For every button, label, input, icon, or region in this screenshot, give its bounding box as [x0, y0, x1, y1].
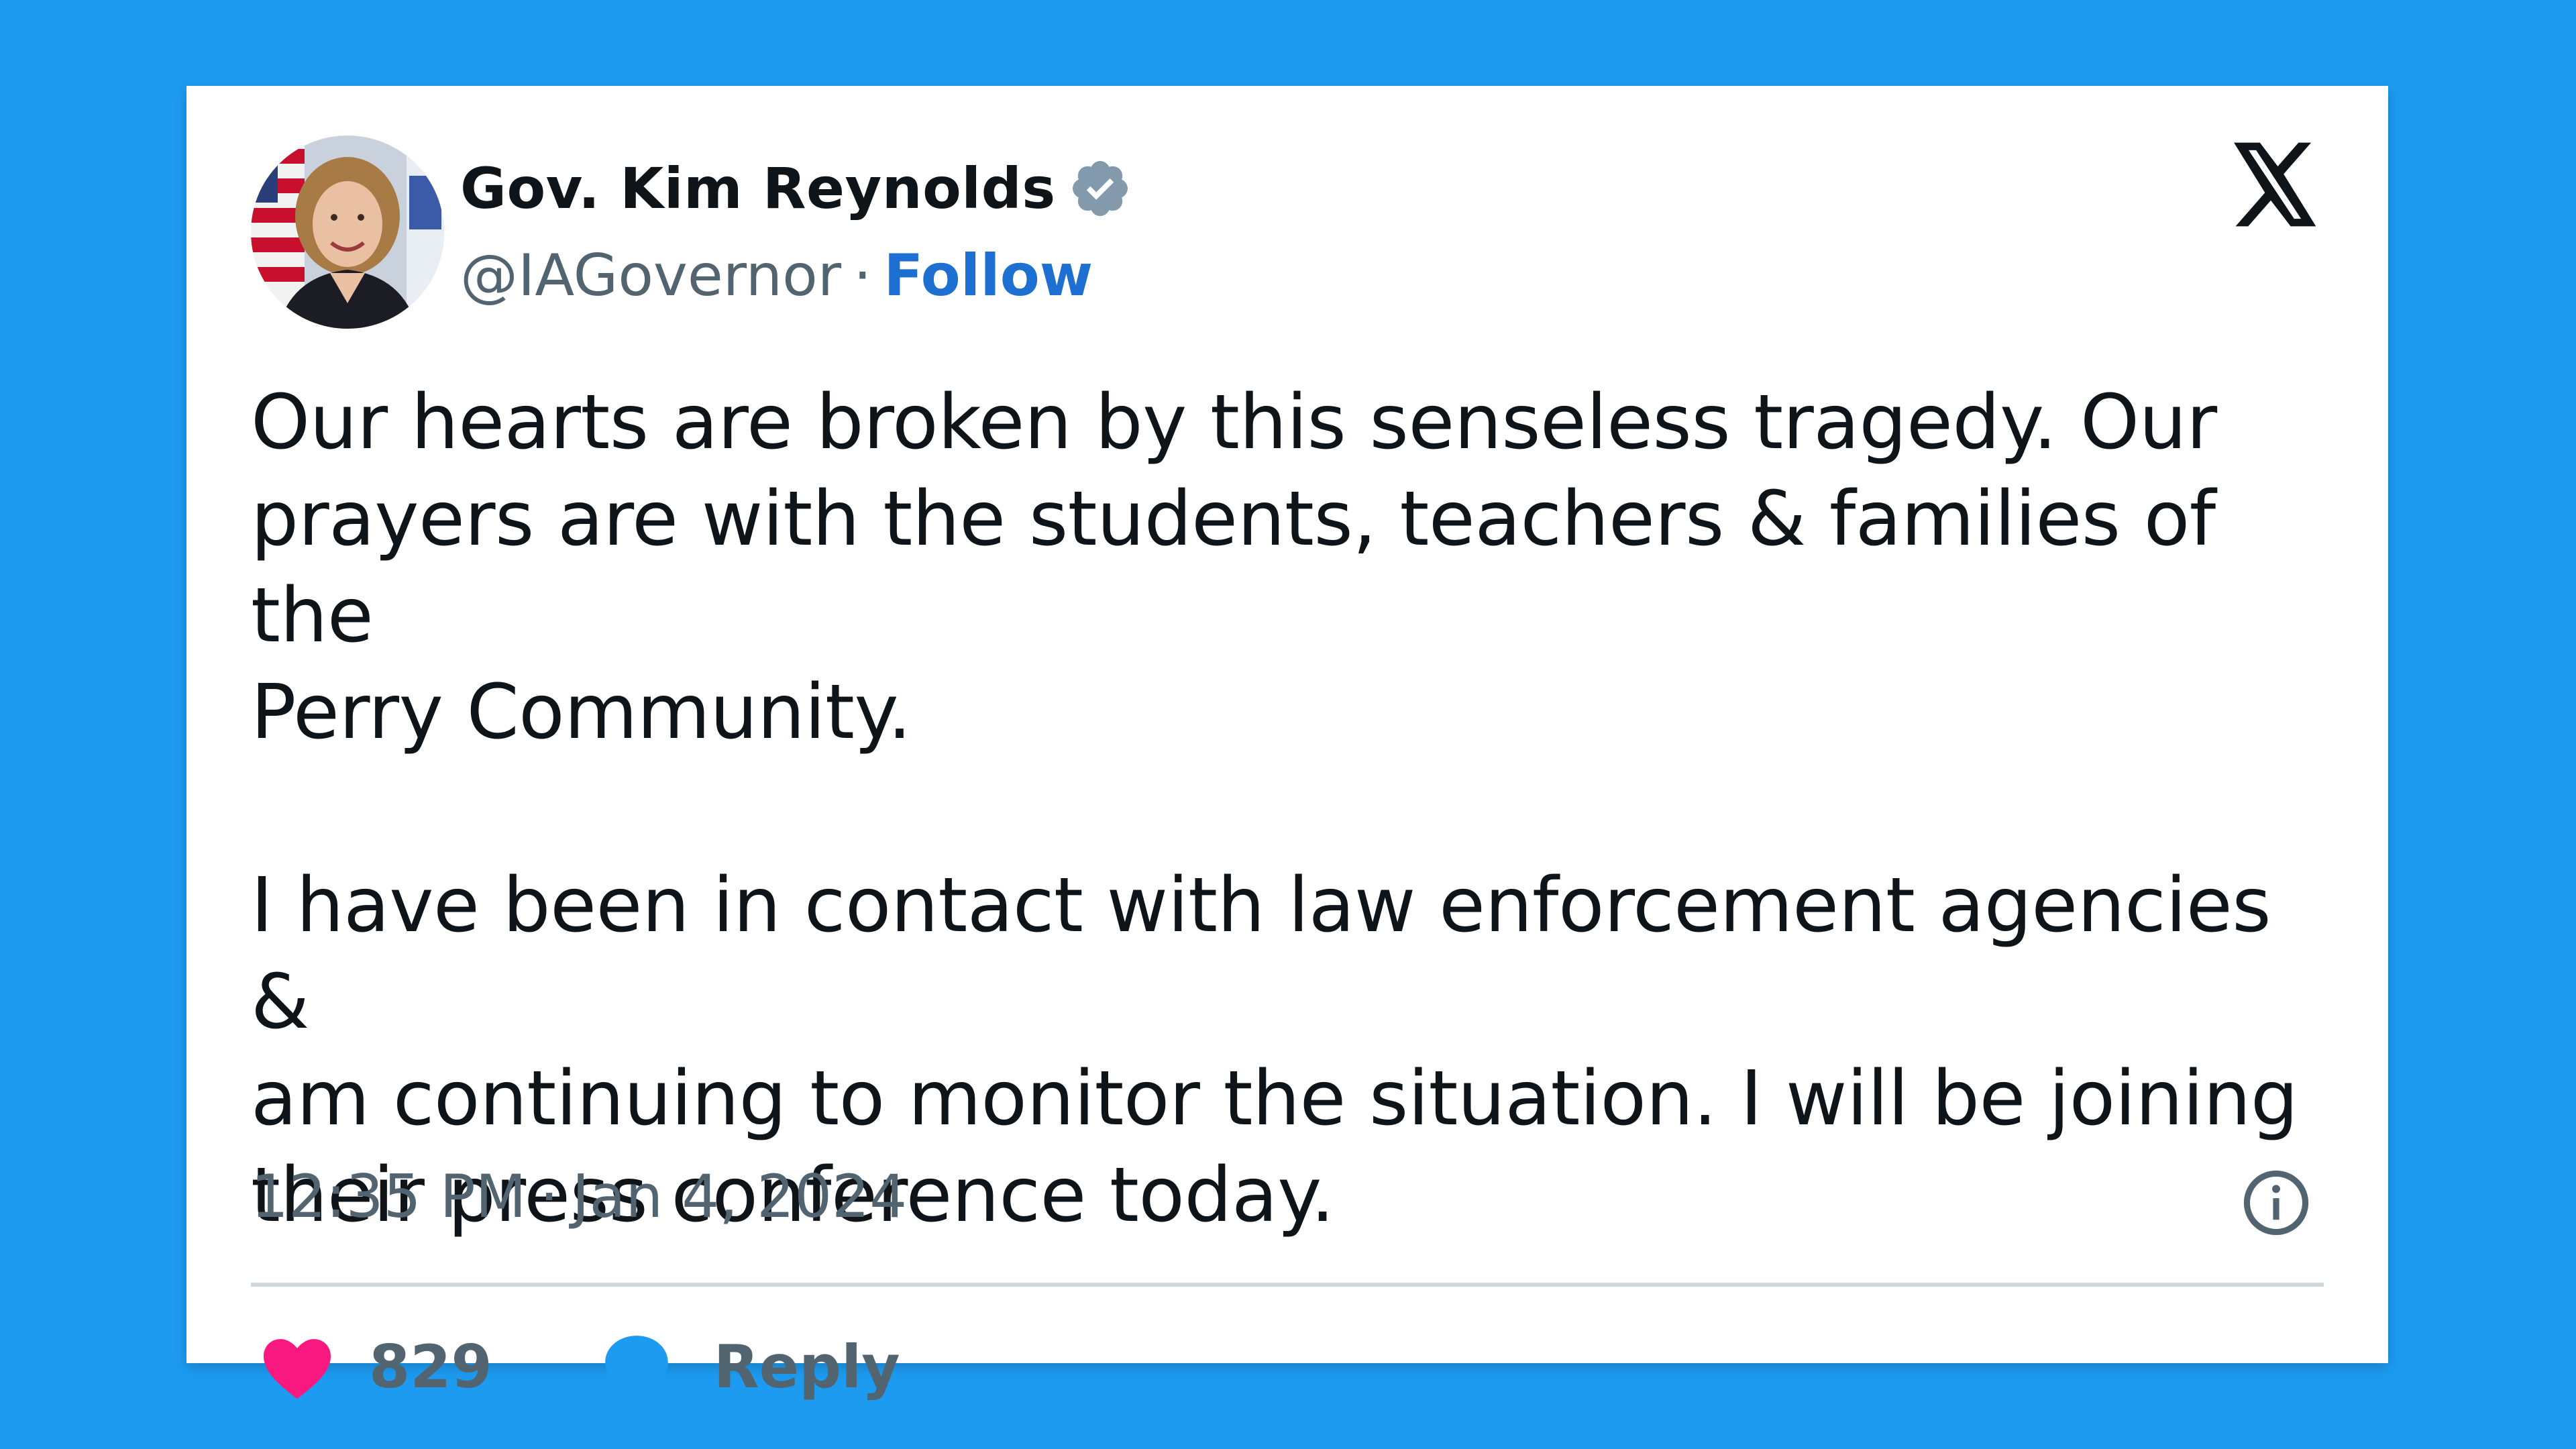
timestamp-separator: ·: [539, 1161, 559, 1231]
like-button[interactable]: 829: [260, 1332, 492, 1401]
tweet-date: Jan 4, 2024: [572, 1161, 908, 1231]
author-handle[interactable]: @IAGovernor: [460, 242, 841, 309]
tweet-time: 12:35 PM: [251, 1161, 527, 1231]
handle-separator: ·: [853, 242, 872, 309]
author-handle-row: @IAGovernor · Follow: [460, 239, 1093, 313]
follow-button[interactable]: Follow: [883, 242, 1093, 309]
tweet-paragraph: Our hearts are broken by this senseless …: [251, 379, 2217, 756]
author-display-name[interactable]: Gov. Kim Reynolds: [460, 156, 1056, 221]
divider: [251, 1283, 2324, 1287]
like-count: 829: [369, 1332, 492, 1401]
info-icon[interactable]: [2239, 1166, 2313, 1240]
author-name-row: Gov. Kim Reynolds: [460, 152, 1132, 225]
tweet-actions: 829 Reply: [260, 1323, 900, 1410]
reply-bubble-icon: [604, 1336, 668, 1397]
verified-badge-icon: [1068, 156, 1132, 221]
tweet-card: Gov. Kim Reynolds @IAGovernor · Follow O…: [186, 86, 2388, 1401]
x-logo-icon[interactable]: [2229, 142, 2320, 227]
tweet-text: Our hearts are broken by this senseless …: [251, 374, 2344, 1244]
reply-button[interactable]: Reply: [600, 1330, 900, 1403]
tweet-timestamp[interactable]: 12:35 PM · Jan 4, 2024: [251, 1159, 907, 1233]
avatar[interactable]: [251, 136, 444, 329]
reply-label: Reply: [713, 1332, 900, 1401]
avatar-image: [251, 136, 444, 329]
heart-icon: [264, 1339, 331, 1399]
